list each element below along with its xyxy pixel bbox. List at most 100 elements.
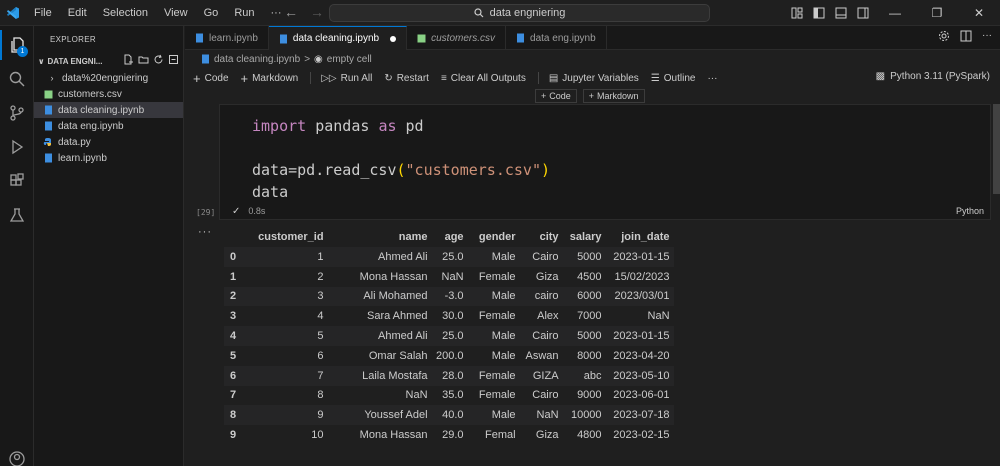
extensions-activity[interactable] — [0, 166, 34, 196]
refresh-icon[interactable] — [153, 54, 164, 65]
more-actions-icon[interactable]: ··· — [982, 30, 992, 42]
code-text: data=pd.read_csv — [252, 161, 397, 179]
add-markdown-button[interactable]: + Markdown — [241, 71, 299, 86]
python-file-icon — [42, 136, 54, 148]
table-cell: Femal — [484, 429, 516, 442]
extensions-icon — [10, 173, 24, 186]
tab-learn[interactable]: learn.ipynb — [185, 26, 269, 50]
restart-label: Restart — [396, 72, 429, 84]
kernel-icon: ▩ — [875, 71, 886, 82]
column-header: customer_id — [254, 227, 328, 247]
column-header: age — [431, 227, 468, 247]
kernel-picker[interactable]: ▩ Python 3.11 (PySpark) — [876, 71, 990, 82]
tree-item-data-cleaning[interactable]: data cleaning.ipynb — [34, 102, 183, 118]
table-cell: Cairo — [532, 389, 559, 402]
run-all-button[interactable]: ▷▷ Run All — [321, 73, 372, 84]
notebook-toolbar: + Code + Markdown ▷▷ Run All ↻ Restart ≡ Clea… — [185, 68, 1000, 88]
tree-item-customers-csv[interactable]: customers.csv — [34, 86, 183, 102]
table-cell: Ahmed Ali — [327, 247, 432, 267]
new-folder-icon[interactable] — [138, 54, 149, 65]
code-editor[interactable]: import pandas as pd data=pd.read_csv("cu… — [252, 115, 550, 203]
toolbar-more-button[interactable]: ··· — [707, 73, 717, 84]
menu-selection[interactable]: Selection — [95, 7, 156, 19]
clear-all-outputs-button[interactable]: ≡ Clear All Outputs — [441, 73, 526, 84]
toggle-panel-icon[interactable] — [832, 0, 850, 26]
workspace-folder[interactable]: ∨ DATA ENGNI... — [34, 52, 183, 70]
split-editor-icon[interactable] — [960, 30, 972, 42]
menu-edit[interactable]: Edit — [60, 7, 95, 19]
table-cell: 4 — [317, 310, 324, 323]
menu-bar: File Edit Selection View Go Run ··· — [26, 0, 290, 26]
forward-arrow-icon[interactable]: → — [310, 4, 324, 20]
source-control-activity[interactable] — [0, 98, 34, 128]
table-cell: 30.0 — [442, 310, 464, 323]
jupyter-variables-button[interactable]: ▤ Jupyter Variables — [549, 73, 639, 84]
layout-customize-icon[interactable] — [788, 0, 806, 26]
table-cell: 9000 — [577, 389, 602, 402]
editor-scrollbar[interactable] — [993, 104, 1000, 194]
tab-data-cleaning[interactable]: data cleaning.ipynb — [268, 26, 408, 50]
row-index: 2 — [224, 286, 255, 307]
table-cell: 7 — [254, 365, 328, 386]
breadcrumb-cell[interactable]: empty cell — [327, 54, 372, 65]
restart-button[interactable]: ↻ Restart — [384, 73, 429, 84]
menu-view[interactable]: View — [156, 7, 196, 19]
new-file-icon[interactable] — [123, 54, 134, 65]
explorer-sidebar: EXPLORER ∨ DATA ENGNI... › data%20engnie… — [34, 26, 184, 466]
table-row: 7 8 NaN 35.0 Female Cairo 9000 2023-06-01 — [224, 386, 674, 406]
close-window-icon[interactable]: ✕ — [958, 0, 1000, 26]
code-cell[interactable]: import pandas as pd data=pd.read_csv("cu… — [219, 104, 991, 220]
insert-markdown-button[interactable]: + Markdown — [582, 89, 645, 103]
table-cell: Male — [467, 247, 520, 267]
tree-item-folder[interactable]: › data%20engniering — [34, 70, 183, 86]
table-cell: 9 — [254, 405, 328, 426]
tab-customers-csv[interactable]: customers.csv — [407, 26, 507, 50]
breadcrumb-file[interactable]: data cleaning.ipynb — [214, 54, 300, 65]
table-cell: Male — [467, 405, 520, 426]
toggle-secondary-sidebar-icon[interactable] — [854, 0, 872, 26]
tab-data-eng[interactable]: data eng.ipynb — [506, 26, 607, 50]
toggle-sidebar-icon[interactable] — [810, 0, 828, 26]
folder-actions — [123, 54, 179, 65]
menu-go[interactable]: Go — [196, 7, 227, 19]
outline-button[interactable]: ☰ Outline — [651, 73, 696, 84]
notebook-file-icon — [42, 120, 54, 132]
back-arrow-icon[interactable]: ← — [284, 4, 298, 20]
table-cell: Male — [467, 326, 520, 346]
table-cell: 4800 — [577, 429, 602, 442]
variables-icon: ▤ — [548, 72, 559, 84]
unsaved-dot-icon[interactable] — [390, 35, 397, 42]
insert-code-button[interactable]: + Code — [535, 89, 577, 103]
accounts-activity[interactable] — [0, 444, 34, 466]
table-cell: Female — [478, 270, 516, 283]
restore-icon[interactable]: ❐ — [916, 0, 958, 26]
menu-file[interactable]: File — [26, 7, 60, 19]
command-center-search[interactable]: data engniering — [329, 4, 710, 22]
editor-tabs: learn.ipynb data cleaning.ipynb customer… — [185, 26, 1000, 50]
collapse-all-icon[interactable] — [168, 54, 179, 65]
cell-language[interactable]: Python — [956, 206, 984, 216]
tree-item-learn[interactable]: learn.ipynb — [34, 150, 183, 166]
tree-item-label: data%20engniering — [62, 72, 149, 84]
explorer-badge: 1 — [17, 46, 28, 57]
output-more-icon[interactable]: ··· — [198, 226, 212, 238]
testing-activity[interactable] — [0, 200, 34, 230]
table-row: 2 3 Ali Mohamed -3.0 Male cairo 6000 2023/03/01 — [224, 286, 674, 307]
minimize-icon[interactable]: — — [874, 0, 916, 26]
clear-all-label: Clear All Outputs — [450, 72, 526, 84]
explorer-activity[interactable]: 1 — [0, 30, 34, 60]
gear-icon[interactable] — [938, 30, 950, 42]
search-activity[interactable] — [0, 64, 34, 94]
table-row: 6 7 Laila Mostafa 28.0 Female GIZA abc 2023-05-… — [224, 365, 674, 386]
add-code-button[interactable]: + Code — [193, 71, 229, 86]
tree-item-data-eng[interactable]: data eng.ipynb — [34, 118, 183, 134]
run-debug-activity[interactable] — [0, 132, 34, 162]
account-icon — [9, 451, 25, 466]
table-cell: 5 — [254, 326, 328, 346]
table-cell: 2023-04-20 — [613, 349, 670, 362]
tree-item-label: learn.ipynb — [58, 152, 107, 164]
table-cell: 6 — [317, 349, 324, 362]
tree-item-data-py[interactable]: data.py — [34, 134, 183, 150]
code-paren: ) — [541, 161, 551, 179]
menu-run[interactable]: Run — [226, 7, 262, 19]
